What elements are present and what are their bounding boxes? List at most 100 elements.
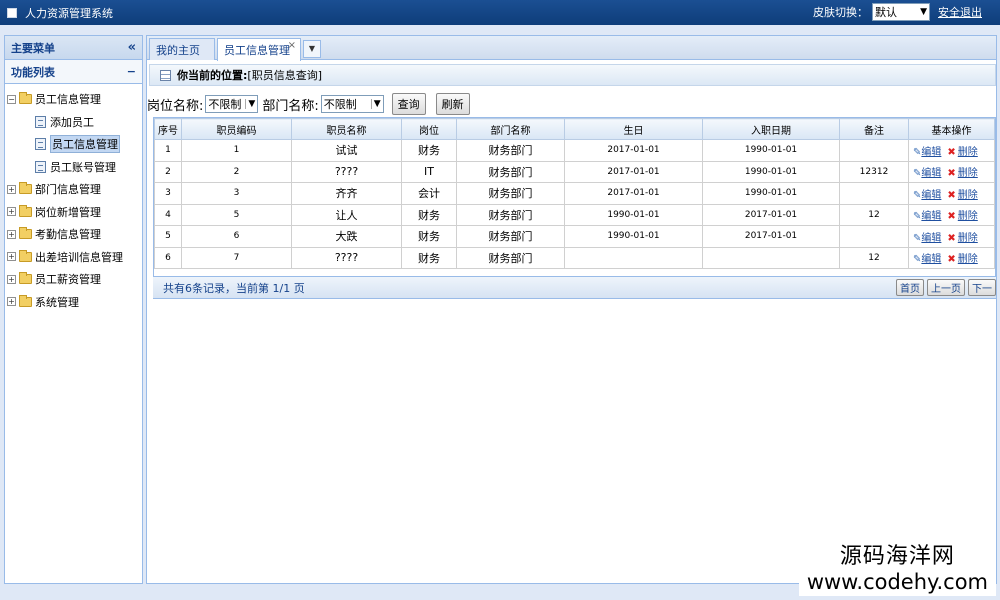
query-button[interactable]: 查询 xyxy=(391,93,426,115)
table-row[interactable]: 2 2???? IT 财务部门 2017-01-01 1990-01-01 12312 ✎编辑… xyxy=(154,160,995,183)
tree-item-system[interactable]: + 系统管理 xyxy=(5,291,142,314)
tab-home[interactable]: 我的主页 xyxy=(149,38,215,60)
first-page-button[interactable]: 首页 xyxy=(896,279,924,296)
delete-x-icon: ✖ xyxy=(947,232,956,244)
sidebar-title: 主要菜单 xyxy=(11,41,55,55)
expand-toggle-icon[interactable]: + xyxy=(7,297,16,307)
table-cell: 1990-01-01 xyxy=(564,225,703,248)
table-row[interactable]: 6 7???? 财务 财务部门 12 ✎编辑 ✖ 删除 xyxy=(154,246,995,269)
title-bar: 人力资源管理系统 皮肤切换： 默认 ▼ 安全退出 xyxy=(0,0,1000,25)
tree-item-label: 添加员工 xyxy=(50,115,94,129)
edit-link[interactable]: 编辑 xyxy=(921,190,941,201)
tree-item-label: 考勤信息管理 xyxy=(35,228,101,242)
edit-link[interactable]: 编辑 xyxy=(921,168,941,179)
expand-toggle-icon[interactable]: + xyxy=(7,252,16,262)
table-cell: 3 xyxy=(181,182,292,205)
table-cell: 财务部门 xyxy=(456,182,565,205)
delete-link[interactable]: 删除 xyxy=(958,147,978,158)
delete-link[interactable]: 删除 xyxy=(958,254,978,265)
skin-select[interactable]: 默认 ▼ xyxy=(872,3,930,21)
table-cell: 12312 xyxy=(839,160,909,183)
location-label: 你当前的位置: xyxy=(177,69,248,82)
tab-menu-dropdown-icon[interactable]: ▼ xyxy=(303,40,321,58)
tree-item-dept-info[interactable]: + 部门信息管理 xyxy=(5,178,142,201)
tree-item-employee-info[interactable]: − 员工信息管理 xyxy=(5,88,142,111)
tab-label: 我的主页 xyxy=(156,43,200,57)
tree-item-business-trip[interactable]: + 出差培训信息管理 xyxy=(5,246,142,269)
tree-item-employee-account[interactable]: 员工账号管理 xyxy=(5,156,142,179)
table-cell xyxy=(564,246,703,269)
tab-employee-info[interactable]: 员工信息管理 × xyxy=(217,38,301,61)
collapse-icon[interactable]: « xyxy=(128,40,136,55)
folder-icon xyxy=(19,249,32,262)
table-cell: 财务 xyxy=(401,139,457,162)
expand-toggle-icon[interactable]: + xyxy=(7,229,16,239)
watermark: 源码海洋网 www.codehy.com xyxy=(798,536,996,596)
table-body: 1 1 试试 财务 财务部门 2017-01-01 1990-01-01 ✎编辑 ✖ 删除 2 2??… xyxy=(154,139,995,269)
close-icon[interactable]: × xyxy=(288,40,296,51)
table-cell xyxy=(839,139,909,162)
col-header: 岗位 xyxy=(401,118,457,140)
expand-toggle-icon[interactable]: + xyxy=(7,184,16,194)
chevron-down-icon: ▼ xyxy=(245,99,255,109)
refresh-button[interactable]: 刷新 xyxy=(435,93,470,115)
dept-select[interactable]: 不限制 ▼ xyxy=(320,95,384,113)
delete-link[interactable]: 删除 xyxy=(958,168,978,179)
table-row[interactable]: 1 1 试试 财务 财务部门 2017-01-01 1990-01-01 ✎编辑 ✖ 删除 xyxy=(154,139,995,162)
row-actions: ✎编辑 ✖ 删除 xyxy=(908,139,995,162)
row-actions: ✎编辑 ✖ 删除 xyxy=(908,160,995,183)
function-list-header[interactable]: 功能列表 − xyxy=(5,60,142,84)
edit-link[interactable]: 编辑 xyxy=(921,147,941,158)
table-cell: 2017-01-01 xyxy=(702,225,840,248)
sidebar-header: 主要菜单 « xyxy=(5,36,142,60)
expand-toggle-icon[interactable]: + xyxy=(7,274,16,284)
tab-strip: 我的主页 员工信息管理 × ▼ xyxy=(147,36,996,61)
table-cell: 1990-01-01 xyxy=(702,160,840,183)
dept-label: 部门名称: xyxy=(262,98,319,114)
table-cell: 2 xyxy=(154,160,182,183)
table-cell: 12 xyxy=(839,203,909,226)
table-cell: 1990-01-01 xyxy=(702,182,840,205)
table-row[interactable]: 3 3 齐齐 会计 财务部门 2017-01-01 1990-01-01 ✎编辑 ✖ 删除 xyxy=(154,182,995,205)
table-cell: ???? xyxy=(291,160,402,183)
table-row[interactable]: 4 5 让人 财务 财务部门 1990-01-01 2017-01-01 12 ✎编辑 ✖ 删除 xyxy=(154,203,995,226)
table-header-row: 序号 职员编码 职员名称 岗位 部门名称 生日 入职日期 备注 基本操作 xyxy=(154,118,995,140)
tree-item-employee-info-manage[interactable]: 员工信息管理 xyxy=(5,133,142,156)
table-cell: 2017-01-01 xyxy=(564,182,703,205)
folder-icon xyxy=(19,204,32,217)
tree-item-position-add[interactable]: + 岗位新增管理 xyxy=(5,201,142,224)
location-value: [职员信息查询] xyxy=(247,69,322,82)
position-select[interactable]: 不限制 ▼ xyxy=(205,95,259,113)
chevron-down-icon: ▼ xyxy=(370,99,381,109)
edit-link[interactable]: 编辑 xyxy=(921,254,941,265)
expand-toggle-icon[interactable]: + xyxy=(7,207,16,217)
tab-label: 员工信息管理 xyxy=(224,44,290,57)
delete-link[interactable]: 删除 xyxy=(958,211,978,222)
logout-link[interactable]: 安全退出 xyxy=(938,4,982,20)
prev-page-button[interactable]: 上一页 xyxy=(927,279,965,296)
next-page-button[interactable]: 下一 xyxy=(968,279,996,296)
document-icon xyxy=(35,138,46,151)
table-row[interactable]: 5 6 大跌 财务 财务部门 1990-01-01 2017-01-01 ✎编辑 ✖ 删除 xyxy=(154,225,995,248)
table-cell: 让人 xyxy=(291,203,402,226)
document-icon xyxy=(35,115,46,128)
edit-link[interactable]: 编辑 xyxy=(921,233,941,244)
dropdown-arrow-icon: ▼ xyxy=(920,7,927,17)
col-header: 生日 xyxy=(564,118,703,140)
delete-x-icon: ✖ xyxy=(947,211,956,223)
collapse-toggle-icon[interactable]: − xyxy=(7,94,16,104)
collapse-minus-icon[interactable]: − xyxy=(127,65,136,78)
delete-link[interactable]: 删除 xyxy=(958,233,978,244)
table-cell: ???? xyxy=(291,246,402,269)
table-cell: 3 xyxy=(154,182,182,205)
delete-link[interactable]: 删除 xyxy=(958,190,978,201)
edit-link[interactable]: 编辑 xyxy=(921,211,941,222)
table-cell: 财务部门 xyxy=(456,160,565,183)
tree-item-attendance[interactable]: + 考勤信息管理 xyxy=(5,223,142,246)
table-cell: 会计 xyxy=(401,182,457,205)
function-list-title: 功能列表 xyxy=(11,65,55,79)
position-select-value: 不限制 xyxy=(208,98,242,111)
tree-item-salary[interactable]: + 员工薪资管理 xyxy=(5,268,142,291)
tree-item-add-employee[interactable]: 添加员工 xyxy=(5,111,142,134)
table-cell: 2017-01-01 xyxy=(564,139,703,162)
